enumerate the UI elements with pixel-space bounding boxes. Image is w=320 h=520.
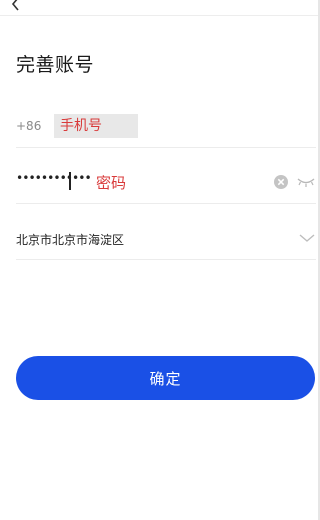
- text-cursor: [69, 172, 71, 190]
- divider: [16, 203, 316, 204]
- chevron-left-icon: [11, 0, 19, 11]
- region-value[interactable]: 北京市北京市海淀区: [16, 231, 124, 248]
- region-selector[interactable]: 北京市北京市海淀区: [16, 216, 316, 260]
- country-code[interactable]: +86: [16, 119, 41, 133]
- back-button[interactable]: [6, 0, 26, 14]
- phone-field-row: +86: [16, 110, 316, 148]
- page-title: 完善账号: [16, 54, 95, 76]
- divider: [16, 147, 316, 148]
- phone-input[interactable]: [54, 114, 138, 138]
- password-input[interactable]: ••••••••••••: [16, 171, 92, 185]
- password-field-row[interactable]: •••••••••••• 密码: [16, 160, 316, 204]
- top-bar: [0, 0, 320, 16]
- clear-circle-icon[interactable]: [273, 174, 289, 190]
- divider: [16, 259, 316, 260]
- chevron-down-icon[interactable]: [299, 233, 315, 243]
- password-placeholder: 密码: [96, 174, 127, 192]
- eye-closed-icon[interactable]: [296, 175, 316, 189]
- confirm-button[interactable]: 确定: [16, 356, 315, 400]
